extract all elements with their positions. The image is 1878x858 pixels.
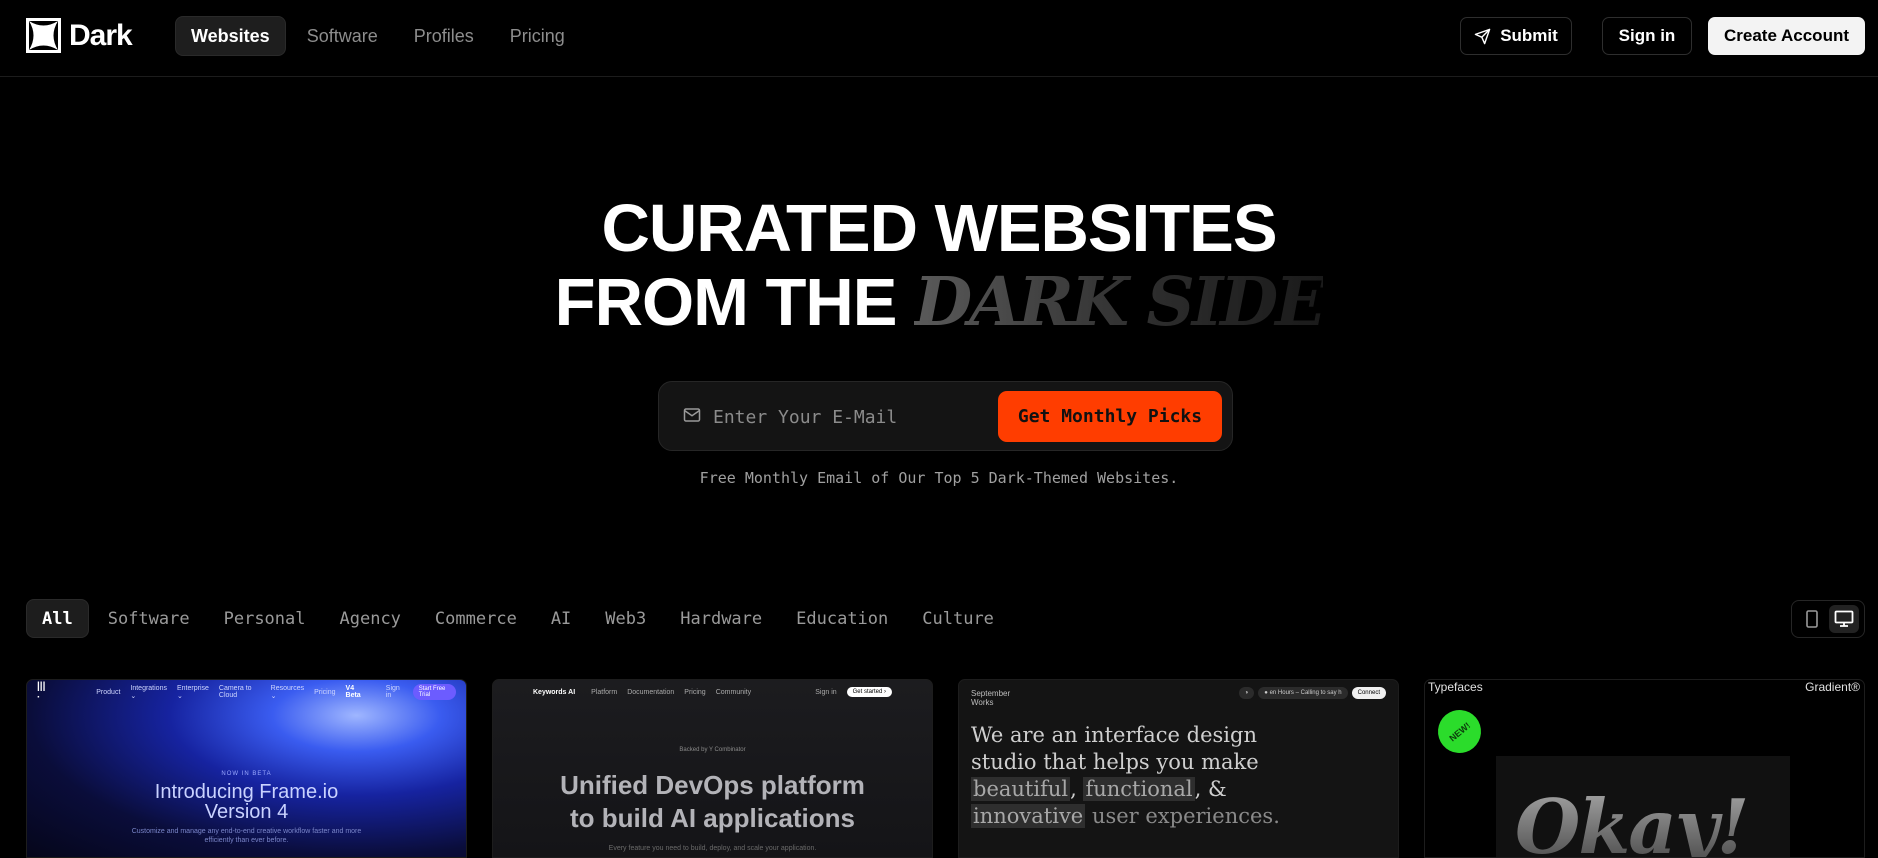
- september-sep-2: , &: [1194, 777, 1227, 801]
- frame-nav-item: Pricing: [314, 688, 336, 696]
- keywords-nav-item: Community: [715, 688, 752, 696]
- website-card-gradient[interactable]: Typefaces Gradient® NEW! Okay!: [1424, 679, 1865, 858]
- filter-ai[interactable]: AI: [536, 599, 586, 638]
- frame-cta: Start Free Trial: [412, 684, 456, 700]
- filter-commerce[interactable]: Commerce: [420, 599, 532, 638]
- september-highlight-beautiful: beautiful: [971, 777, 1071, 801]
- frame-desc-line2: efficiently than ever before.: [204, 837, 289, 844]
- top-header: Dark Websites Software Profiles Pricing …: [0, 0, 1878, 77]
- september-logo: September Works: [971, 689, 1010, 707]
- keywords-nav-item: Platform: [591, 688, 618, 696]
- keywords-title-line2: to build AI applications: [569, 803, 856, 833]
- submit-label: Submit: [1500, 26, 1558, 45]
- frame-tag: NOW IN BETA: [221, 771, 272, 777]
- website-card-september-works[interactable]: September Works ◑ ● en Hours – Calling t…: [958, 679, 1399, 858]
- gradient-word: Okay!: [1515, 783, 1749, 857]
- logo-mark-icon: [26, 18, 61, 53]
- frame-mini-nav: |||· Product Integrations ⌄ Enterprise ⌄…: [37, 681, 456, 703]
- frame-nav-item: Product: [96, 688, 121, 696]
- frame-title: Introducing Frame.io Version 4: [27, 782, 466, 822]
- hero-title-prefix: FROM THE: [554, 265, 898, 340]
- september-status: ● en Hours – Calling to say h: [1258, 687, 1348, 699]
- hero-subtext: Free Monthly Email of Our Top 5 Dark-The…: [699, 469, 1179, 487]
- filter-agency[interactable]: Agency: [325, 599, 416, 638]
- frame-nav-item: Resources ⌄: [270, 684, 305, 700]
- send-icon: [1474, 28, 1491, 44]
- filter-personal[interactable]: Personal: [209, 599, 321, 638]
- filter-culture[interactable]: Culture: [907, 599, 1009, 638]
- filter-all[interactable]: All: [26, 599, 89, 638]
- filter-web3[interactable]: Web3: [590, 599, 661, 638]
- keywords-mini-nav: Keywords AI Platform Documentation Prici…: [533, 686, 922, 698]
- nav-websites[interactable]: Websites: [175, 16, 286, 56]
- create-account-button[interactable]: Create Account: [1708, 17, 1865, 55]
- sign-in-button[interactable]: Sign in: [1602, 17, 1692, 55]
- view-toggle: [1791, 600, 1865, 638]
- keywords-desc: Every feature you need to build, deploy,…: [608, 845, 817, 852]
- website-card-keywords-ai[interactable]: Keywords AI Platform Documentation Prici…: [492, 679, 933, 858]
- logo-text: Dark: [69, 18, 133, 52]
- mail-icon: [683, 408, 701, 422]
- frame-nav-item: V4 Beta: [345, 685, 361, 699]
- september-connect: Connect: [1351, 687, 1386, 699]
- keywords-badge: Backed by Y Combinator: [679, 747, 746, 753]
- desktop-view-button[interactable]: [1829, 605, 1859, 633]
- frame-title-line2: Version 4: [204, 801, 289, 823]
- gradient-left-label: Typefaces: [1428, 680, 1483, 694]
- email-signup-form: Get Monthly Picks: [658, 381, 1233, 451]
- frame-logo-icon: |||·: [37, 681, 46, 703]
- hero-title-line1: CURATED WEBSITES: [601, 191, 1277, 266]
- nav-pricing[interactable]: Pricing: [495, 16, 580, 56]
- keywords-nav-item: Documentation: [627, 688, 675, 696]
- contrast-icon: ◑: [1238, 687, 1255, 699]
- email-input[interactable]: [713, 402, 993, 432]
- keywords-signin: Sign in: [815, 688, 837, 696]
- september-highlight-functional: functional: [1083, 777, 1195, 801]
- frame-desc: Customize and manage any end-to-end crea…: [27, 827, 466, 845]
- filter-education[interactable]: Education: [781, 599, 903, 638]
- frame-desc-line1: Customize and manage any end-to-end crea…: [131, 828, 362, 835]
- hero-title-line2: FROM THE DARK SIDE: [0, 265, 1878, 339]
- keywords-title-line1: Unified DevOps platform: [560, 770, 865, 800]
- website-card-frame[interactable]: |||· Product Integrations ⌄ Enterprise ⌄…: [26, 679, 467, 858]
- frame-nav-item: Integrations ⌄: [130, 684, 167, 700]
- keywords-cta: Get started ›: [846, 687, 892, 697]
- frame-signin: Sign in: [385, 685, 400, 699]
- hero-title: CURATED WEBSITES FROM THE DARK SIDE: [0, 192, 1878, 339]
- september-sep-1: ,: [1070, 777, 1077, 801]
- category-filters: All Software Personal Agency Commerce AI…: [26, 599, 1009, 638]
- hero-title-emphasis: DARK SIDE: [914, 262, 1326, 341]
- monitor-icon: [1834, 610, 1854, 627]
- filter-hardware[interactable]: Hardware: [665, 599, 777, 638]
- nav-software[interactable]: Software: [292, 16, 393, 56]
- mobile-view-button[interactable]: [1797, 605, 1827, 633]
- keywords-brand: Keywords AI: [533, 688, 576, 696]
- september-logo-line1: September: [971, 689, 1011, 698]
- frame-title-line1: Introducing Frame.io: [154, 781, 339, 803]
- september-logo-line2: Works: [971, 698, 994, 707]
- september-pills: ◑ ● en Hours – Calling to say h Connect: [1238, 687, 1386, 699]
- gradient-new-badge: NEW!: [1429, 701, 1490, 762]
- september-text-1: We are an interface design studio that h…: [971, 723, 1259, 774]
- frame-nav-item: Enterprise ⌄: [176, 684, 209, 700]
- get-monthly-picks-button[interactable]: Get Monthly Picks: [998, 391, 1222, 442]
- september-headline: We are an interface design studio that h…: [971, 722, 1291, 830]
- keywords-title: Unified DevOps platform to build AI appl…: [493, 769, 932, 835]
- keywords-nav-item: Pricing: [684, 688, 706, 696]
- main-nav: Websites Software Profiles Pricing: [175, 16, 580, 56]
- filter-software[interactable]: Software: [93, 599, 205, 638]
- submit-button[interactable]: Submit: [1460, 17, 1572, 55]
- september-text-2: user experiences.: [1091, 804, 1280, 828]
- phone-icon: [1806, 610, 1818, 628]
- logo[interactable]: Dark: [26, 18, 133, 53]
- september-highlight-innovative: innovative: [971, 804, 1086, 828]
- gradient-right-label: Gradient®: [1805, 680, 1860, 694]
- nav-profiles[interactable]: Profiles: [399, 16, 489, 56]
- frame-nav-item: Camera to Cloud: [218, 685, 252, 699]
